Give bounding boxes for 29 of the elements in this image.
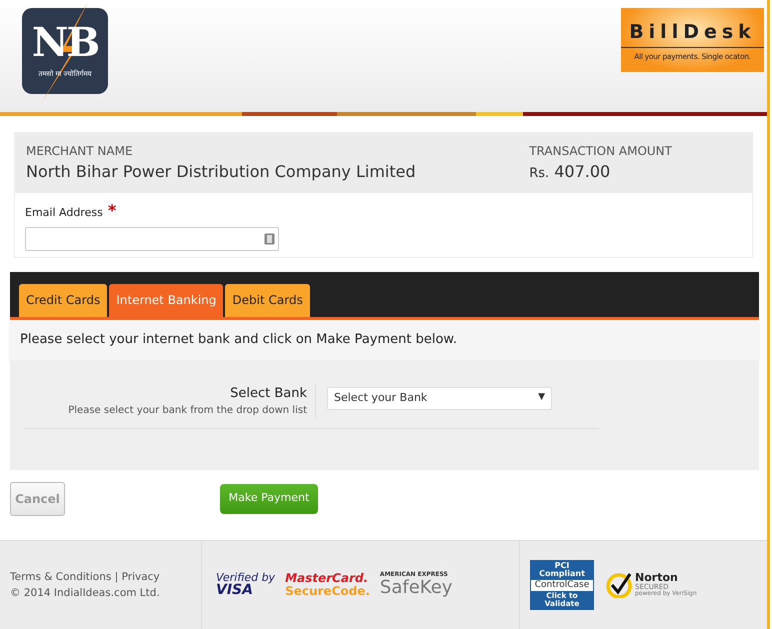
contact-card-icon xyxy=(264,233,275,245)
payment-tab[interactable]: Debit Cards xyxy=(225,284,310,317)
instruction-text: Please select your internet bank and click on Make Payment below. xyxy=(20,332,457,347)
copyright-text: © 2014 IndialIdeas.com Ltd. xyxy=(10,586,161,601)
badge-text: ControlCase xyxy=(531,580,593,592)
badge-text: MasterCard. xyxy=(285,572,370,585)
field-label: TRANSACTION AMOUNT xyxy=(529,143,672,160)
badge-text: VISA xyxy=(216,583,254,598)
required-mark: * xyxy=(108,201,116,220)
field-hint: Please select your bank from the drop down list xyxy=(67,404,307,418)
amount-value: 407.00 xyxy=(554,162,610,181)
field-label: MERCHANT NAME xyxy=(26,143,134,160)
email-field[interactable] xyxy=(25,227,279,251)
separator: | xyxy=(114,570,118,583)
partner-logo-name: BillDesk xyxy=(629,20,756,45)
badge-text: PCI Compliant xyxy=(531,561,593,580)
terms-link[interactable]: Terms & Conditions xyxy=(10,570,112,583)
payment-tab[interactable]: Credit Cards xyxy=(19,284,108,317)
badge-text: Verified by xyxy=(216,572,276,584)
badge-text: Norton xyxy=(635,572,679,584)
checkmark-icon xyxy=(606,572,632,598)
badge-text: SecureCode. xyxy=(285,585,370,598)
bank-dropdown[interactable]: Select your Bank ▼ xyxy=(327,386,552,410)
badge-text: SafeKey xyxy=(380,578,452,598)
privacy-link[interactable]: Privacy xyxy=(122,570,160,583)
field-label: Email Address xyxy=(25,206,103,219)
field-label: Select Bank xyxy=(229,384,307,402)
merchant-name: North Bihar Power Distribution Company Limited xyxy=(26,161,416,183)
currency: Rs. xyxy=(529,166,550,181)
